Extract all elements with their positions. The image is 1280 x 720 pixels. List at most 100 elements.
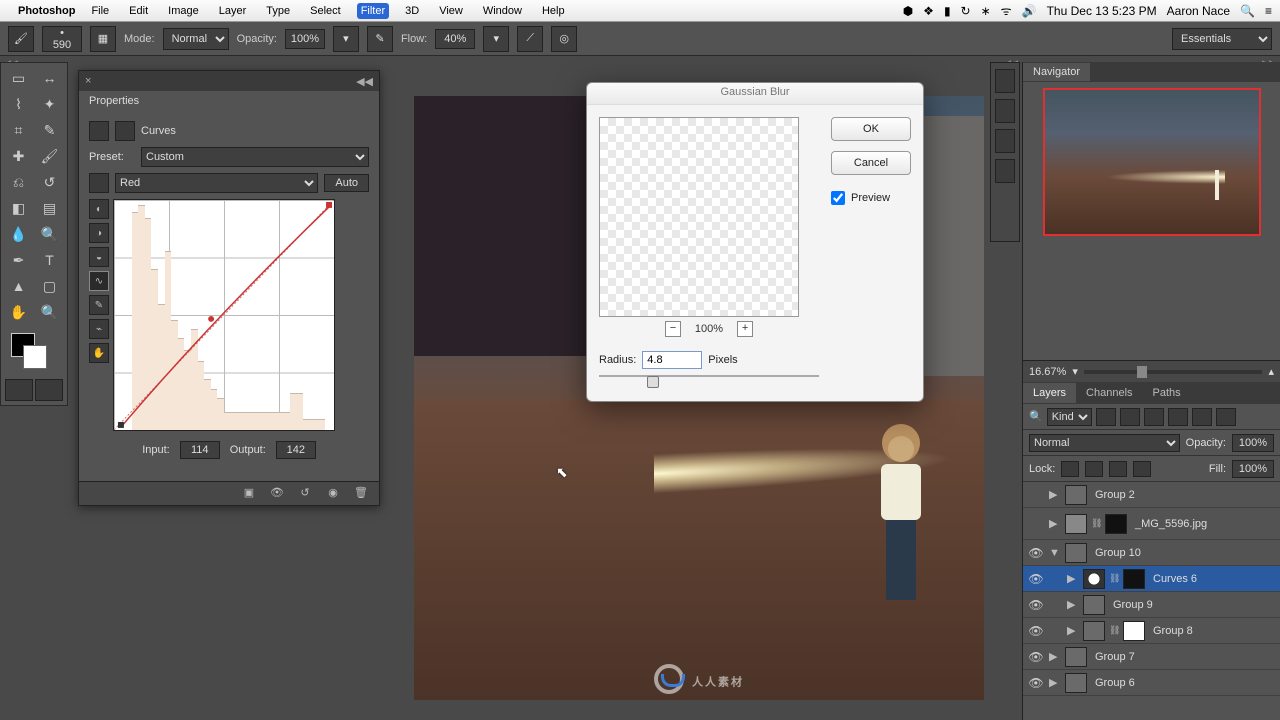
curve-draw-tool-icon[interactable]: ✎ (89, 295, 109, 315)
visibility-toggle-icon[interactable]: 👁 (1027, 676, 1045, 690)
airbrush-icon[interactable]: ⟋ (517, 26, 543, 52)
disclosure-arrow-icon[interactable]: ▶ (1049, 517, 1061, 530)
navigator-zoom-value[interactable]: 16.67% (1029, 366, 1066, 378)
layer-fill-input[interactable] (1232, 460, 1274, 478)
menu-select[interactable]: Select (306, 3, 345, 19)
curve-smooth-icon[interactable]: ⌁ (89, 319, 109, 339)
filter-pixel-icon[interactable] (1096, 408, 1116, 426)
menu-help[interactable]: Help (538, 3, 569, 19)
app-menu[interactable]: Photoshop (18, 5, 75, 17)
eyedropper-black-icon[interactable]: ◐ (89, 199, 109, 219)
menu-view[interactable]: View (435, 3, 467, 19)
opacity-input[interactable] (285, 29, 325, 49)
workspace-switcher[interactable]: Essentials (1172, 28, 1272, 50)
zoom-tool-icon[interactable]: 🔍 (34, 299, 65, 325)
navigator-zoom-slider[interactable] (1084, 370, 1263, 374)
filter-adjust-icon[interactable] (1120, 408, 1140, 426)
curves-graph[interactable] (113, 199, 335, 431)
layer-opacity-input[interactable] (1232, 434, 1274, 452)
flow-flyout-icon[interactable]: ▾ (483, 26, 509, 52)
layer-row[interactable]: 👁▶Group 9 (1023, 592, 1280, 618)
dropbox-icon[interactable]: ⬢ (903, 4, 913, 18)
filter-type-icon[interactable] (1144, 408, 1164, 426)
filter-icon[interactable]: 🔍 (1029, 410, 1043, 423)
layer-name[interactable]: _MG_5596.jpg (1135, 518, 1207, 530)
brush-panel-toggle-icon[interactable]: ▦ (90, 26, 116, 52)
filter-type-select[interactable]: Kind (1047, 408, 1092, 426)
layer-row[interactable]: ▶ ⛓ _MG_5596.jpg (1023, 508, 1280, 540)
reset-icon[interactable]: ↺ (295, 486, 315, 502)
layer-name[interactable]: Group 2 (1095, 489, 1135, 501)
visibility-toggle-icon[interactable]: 👁 (1027, 546, 1045, 560)
view-previous-icon[interactable]: 👁 (267, 486, 287, 502)
lock-position-icon[interactable] (1109, 461, 1127, 477)
menu-layer[interactable]: Layer (215, 3, 251, 19)
screenmode-icon[interactable] (35, 379, 63, 401)
layer-row[interactable]: 👁▼Group 10 (1023, 540, 1280, 566)
visibility-toggle-icon[interactable]: 👁 (1027, 598, 1045, 612)
layer-row[interactable]: 👁▶Group 6 (1023, 670, 1280, 696)
color-swatches[interactable] (11, 333, 47, 369)
brush-tool-icon[interactable]: 🖌 (34, 143, 65, 169)
background-color[interactable] (23, 345, 47, 369)
menu-window[interactable]: Window (479, 3, 526, 19)
opacity-flyout-icon[interactable]: ▾ (333, 26, 359, 52)
link-icon[interactable]: ⛓ (1109, 573, 1119, 584)
brush-preset-picker[interactable]: •590 (42, 26, 82, 52)
disclosure-arrow-icon[interactable]: ▶ (1067, 624, 1079, 637)
layer-row[interactable]: 👁▶⛓Group 8 (1023, 618, 1280, 644)
link-icon[interactable]: ⛓ (1091, 518, 1101, 529)
navigator-tab[interactable]: Navigator (1023, 63, 1090, 81)
delete-adjustment-icon[interactable]: 🗑 (351, 486, 371, 502)
zoom-in-icon[interactable]: ▴ (1268, 365, 1274, 378)
lock-pixels-icon[interactable] (1085, 461, 1103, 477)
auto-button[interactable]: Auto (324, 174, 369, 192)
magic-wand-tool-icon[interactable]: ✦ (34, 91, 65, 117)
zoom-out-button[interactable]: − (665, 321, 681, 337)
menubar-clock[interactable]: Thu Dec 13 5:23 PM (1047, 4, 1157, 18)
time-machine-icon[interactable]: ↻ (961, 4, 971, 18)
healing-tool-icon[interactable]: ✚ (3, 143, 34, 169)
stamp-tool-icon[interactable]: ⎌ (3, 169, 34, 195)
tool-preset-picker[interactable]: 🖌 (8, 26, 34, 52)
disclosure-arrow-icon[interactable]: ▶ (1049, 650, 1061, 663)
dodge-tool-icon[interactable]: 🔍 (34, 221, 65, 247)
lock-transparent-icon[interactable] (1061, 461, 1079, 477)
lasso-tool-icon[interactable]: ⌇ (3, 91, 34, 117)
layer-name[interactable]: Curves 6 (1153, 573, 1197, 585)
bluetooth-icon[interactable]: ∗ (981, 4, 991, 18)
menu-type[interactable]: Type (262, 3, 294, 19)
channel-icon[interactable] (89, 173, 109, 193)
volume-icon[interactable]: 🔊 (1022, 4, 1037, 18)
layer-name[interactable]: Group 7 (1095, 651, 1135, 663)
pen-tool-icon[interactable]: ✒ (3, 247, 34, 273)
channel-select[interactable]: Red (115, 173, 318, 193)
menubar-app-icon[interactable]: ❖ (923, 4, 934, 18)
menu-filter[interactable]: Filter (357, 3, 389, 19)
eraser-tool-icon[interactable]: ◧ (3, 195, 34, 221)
channels-tab[interactable]: Channels (1076, 383, 1142, 403)
collapsed-panel-icon[interactable] (995, 129, 1015, 153)
menu-image[interactable]: Image (164, 3, 203, 19)
filter-shape-icon[interactable] (1168, 408, 1188, 426)
layer-mask-thumb[interactable] (1123, 621, 1145, 641)
layer-name[interactable]: Group 9 (1113, 599, 1153, 611)
preset-select[interactable]: Custom (141, 147, 369, 167)
type-tool-icon[interactable]: T (34, 247, 65, 273)
notification-center-icon[interactable]: ≡ (1265, 4, 1272, 18)
ok-button[interactable]: OK (831, 117, 911, 141)
radius-slider[interactable] (599, 375, 819, 389)
layer-row[interactable]: ▶Group 2 (1023, 482, 1280, 508)
history-brush-tool-icon[interactable]: ↺ (34, 169, 65, 195)
layer-name[interactable]: Group 6 (1095, 677, 1135, 689)
menubar-user[interactable]: Aaron Nace (1167, 4, 1230, 18)
layer-mask-thumb[interactable] (1105, 514, 1127, 534)
hand-tool-icon[interactable]: ✋ (3, 299, 34, 325)
gradient-tool-icon[interactable]: ▤ (34, 195, 65, 221)
properties-tab[interactable]: Properties (79, 91, 379, 111)
collapsed-panel-icon[interactable] (995, 99, 1015, 123)
link-icon[interactable]: ⛓ (1109, 625, 1119, 636)
paths-tab[interactable]: Paths (1143, 383, 1191, 403)
filter-preview[interactable] (599, 117, 799, 317)
shape-tool-icon[interactable]: ▢ (34, 273, 65, 299)
